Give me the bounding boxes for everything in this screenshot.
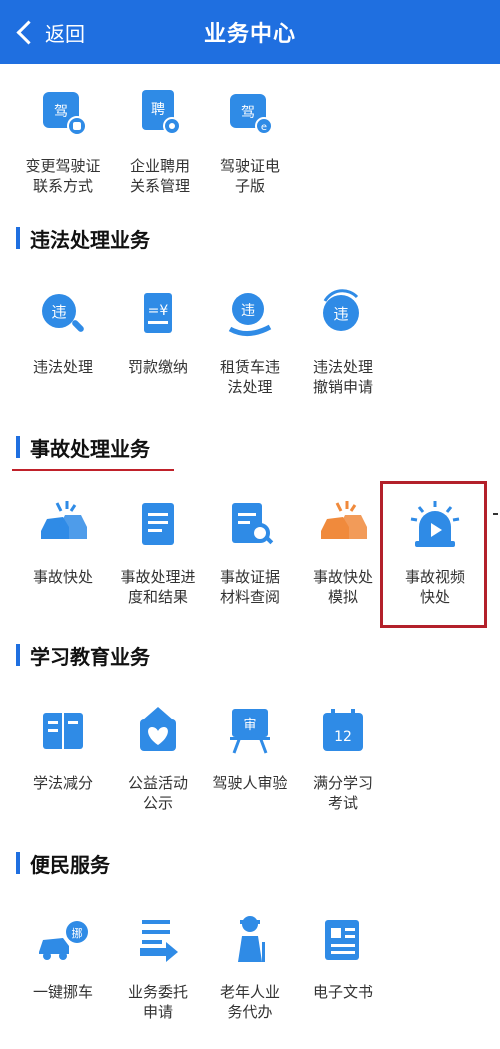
service-e-license[interactable]: 驾e 驾驶证电 子版 bbox=[204, 86, 296, 196]
service-enterprise-hire[interactable]: 聘 企业聘用 关系管理 bbox=[114, 86, 206, 196]
calendar-12-icon: 12 bbox=[323, 709, 363, 751]
service-label: 老年人业 务代办 bbox=[219, 983, 280, 1021]
service-label: 驾驶证电 子版 bbox=[219, 157, 280, 195]
violation-revoke-icon: 违 bbox=[323, 289, 359, 331]
highlight-box bbox=[380, 481, 487, 628]
service-label: 事故快处 模拟 bbox=[312, 568, 373, 606]
service-violation-revoke[interactable]: 违 违法处理 撤销申请 bbox=[297, 287, 389, 397]
move-car-icon: 挪 bbox=[39, 921, 88, 960]
e-license-icon: 驾e bbox=[230, 94, 273, 135]
elderly-person-icon bbox=[238, 916, 265, 962]
book-icon bbox=[43, 713, 83, 749]
violation-search-icon: 违 bbox=[42, 294, 84, 332]
service-label: 违法处理 撤销申请 bbox=[312, 358, 373, 396]
service-rental-violation[interactable]: 违 租赁车违 法处理 bbox=[204, 287, 296, 397]
section-bar bbox=[16, 644, 20, 666]
svg-text:挪: 挪 bbox=[72, 926, 83, 940]
service-label: 学法减分 bbox=[32, 774, 93, 792]
svg-text:=¥: =¥ bbox=[148, 303, 169, 319]
service-move-car[interactable]: 挪 一键挪车 bbox=[17, 912, 109, 1002]
accident-simulation-icon bbox=[321, 501, 367, 539]
svg-text:驾: 驾 bbox=[241, 105, 255, 121]
review-board-icon: 审 bbox=[230, 709, 270, 754]
svg-text:12: 12 bbox=[334, 729, 352, 745]
service-fine-payment[interactable]: =¥ 罚款缴纳 bbox=[112, 287, 204, 377]
edge-mark bbox=[493, 513, 498, 515]
section-title-text: 事故处理业务 bbox=[30, 436, 150, 461]
section-title-text: 违法处理业务 bbox=[30, 227, 150, 252]
service-delegate-apply[interactable]: 业务委托 申请 bbox=[112, 912, 204, 1022]
service-elderly-proxy[interactable]: 老年人业 务代办 bbox=[204, 912, 296, 1022]
service-evidence-review[interactable]: 事故证据 材料查阅 bbox=[204, 497, 296, 607]
service-full-score-exam[interactable]: 12 满分学习 考试 bbox=[297, 703, 389, 813]
service-accident-simulation[interactable]: 事故快处 模拟 bbox=[297, 497, 389, 607]
service-label: 事故快处 bbox=[32, 568, 93, 586]
section-underline bbox=[12, 469, 174, 471]
service-change-license-contact[interactable]: 驾 变更驾驶证 联系方式 bbox=[17, 86, 109, 196]
section-bar bbox=[16, 227, 20, 249]
service-label: 一键挪车 bbox=[32, 983, 93, 1001]
license-phone-icon: 驾 bbox=[43, 92, 87, 136]
service-label: 事故处理进 度和结果 bbox=[120, 568, 196, 606]
accident-quick-icon bbox=[41, 501, 87, 539]
section-title-text: 学习教育业务 bbox=[30, 644, 150, 669]
service-e-document[interactable]: 电子文书 bbox=[297, 912, 389, 1002]
service-label: 租赁车违 法处理 bbox=[219, 358, 280, 396]
section-title-convenience: 便民服务 bbox=[16, 848, 110, 878]
accident-progress-icon bbox=[142, 503, 174, 545]
e-document-icon bbox=[325, 920, 359, 960]
service-violation-handle[interactable]: 违 违法处理 bbox=[17, 287, 109, 377]
svg-text:审: 审 bbox=[243, 718, 256, 733]
section-title-education: 学习教育业务 bbox=[16, 640, 150, 670]
evidence-search-icon bbox=[232, 503, 274, 545]
service-label: 罚款缴纳 bbox=[127, 358, 188, 376]
service-accident-quick[interactable]: 事故快处 bbox=[17, 497, 109, 587]
service-label: 违法处理 bbox=[32, 358, 93, 376]
section-title-violation: 违法处理业务 bbox=[16, 223, 150, 253]
service-label: 驾驶人审验 bbox=[212, 774, 288, 792]
rental-violation-icon: 违 bbox=[228, 293, 272, 336]
service-study-deduct[interactable]: 学法减分 bbox=[17, 703, 109, 793]
svg-text:e: e bbox=[261, 122, 267, 133]
section-title-accident: 事故处理业务 bbox=[16, 432, 150, 462]
hire-document-icon: 聘 bbox=[142, 90, 181, 135]
service-label: 业务委托 申请 bbox=[127, 983, 188, 1021]
section-bar bbox=[16, 436, 20, 458]
svg-text:违: 违 bbox=[51, 303, 66, 321]
service-driver-review[interactable]: 审 驾驶人审验 bbox=[204, 703, 296, 793]
service-label: 变更驾驶证 联系方式 bbox=[25, 157, 101, 195]
service-label: 电子文书 bbox=[312, 983, 373, 1001]
service-label: 事故证据 材料查阅 bbox=[219, 568, 280, 606]
svg-text:违: 违 bbox=[241, 303, 255, 319]
page-title: 业务中心 bbox=[203, 22, 296, 47]
section-title-text: 便民服务 bbox=[30, 852, 110, 877]
service-accident-progress[interactable]: 事故处理进 度和结果 bbox=[112, 497, 204, 607]
section-bar bbox=[16, 852, 20, 874]
service-label: 企业聘用 关系管理 bbox=[129, 157, 190, 195]
service-label: 满分学习 考试 bbox=[312, 774, 373, 812]
service-charity-notice[interactable]: 公益活动 公示 bbox=[112, 703, 204, 813]
svg-text:驾: 驾 bbox=[54, 104, 68, 120]
header-bar: 返回 业务中心 bbox=[0, 0, 500, 64]
svg-text:聘: 聘 bbox=[151, 102, 165, 118]
fine-payment-icon: =¥ bbox=[144, 293, 172, 333]
delegate-list-icon bbox=[140, 920, 178, 962]
charity-heart-icon bbox=[140, 707, 176, 751]
service-label: 公益活动 公示 bbox=[127, 774, 188, 812]
svg-text:违: 违 bbox=[333, 305, 348, 323]
